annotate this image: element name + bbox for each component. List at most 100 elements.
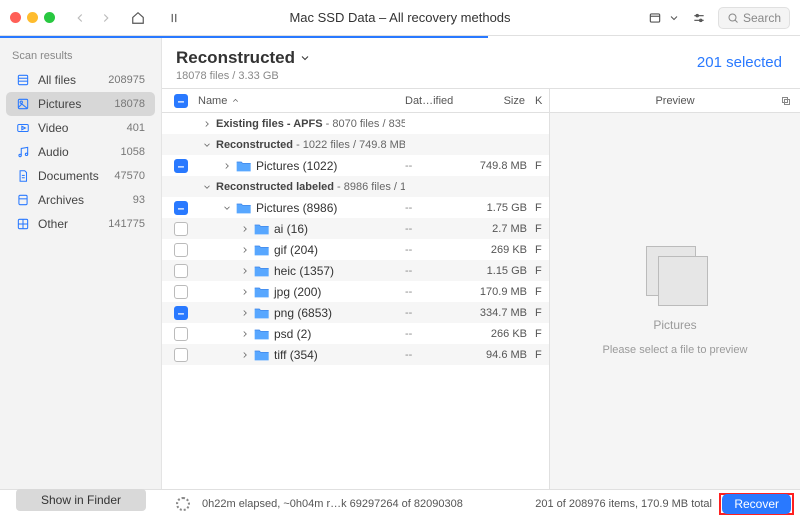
chevron-right-icon[interactable] xyxy=(240,287,250,297)
folder-row[interactable]: Pictures (1022)--749.8 MBF xyxy=(162,155,549,176)
chevron-down-icon[interactable] xyxy=(222,203,232,213)
sidebar-item-label: Audio xyxy=(38,145,121,159)
minimize-window-button[interactable] xyxy=(27,12,38,23)
selected-count[interactable]: 201 selected xyxy=(697,54,782,71)
sidebar-item-label: All files xyxy=(38,73,108,87)
row-checkbox[interactable] xyxy=(174,264,188,278)
chevron-right-icon[interactable] xyxy=(240,224,250,234)
preview-name: Pictures xyxy=(653,318,696,332)
home-button[interactable] xyxy=(127,6,149,30)
row-checkbox[interactable] xyxy=(174,306,188,320)
sidebar-icon xyxy=(16,145,30,159)
row-checkbox[interactable] xyxy=(174,327,188,341)
row-checkbox[interactable] xyxy=(174,285,188,299)
folder-icon xyxy=(236,160,252,172)
sidebar-item-all-files[interactable]: All files208975 xyxy=(6,68,155,92)
view-mode-chevron[interactable] xyxy=(668,6,680,30)
nav-back-button[interactable] xyxy=(69,6,91,30)
window-title: Mac SSD Data – All recovery methods xyxy=(289,10,510,25)
folder-icon xyxy=(254,244,270,256)
sidebar-item-audio[interactable]: Audio1058 xyxy=(6,140,155,164)
folder-row[interactable]: gif (204)--269 KBF xyxy=(162,239,549,260)
column-date[interactable]: Dat…ified xyxy=(405,95,465,107)
chevron-right-icon[interactable] xyxy=(240,329,250,339)
search-icon xyxy=(727,12,739,24)
sidebar-item-count: 47570 xyxy=(114,170,145,182)
folder-icon xyxy=(254,286,270,298)
nav-forward-button[interactable] xyxy=(95,6,117,30)
sidebar-item-label: Pictures xyxy=(38,97,114,111)
sidebar-item-label: Video xyxy=(38,121,127,135)
column-size[interactable]: Size xyxy=(465,95,535,107)
row-checkbox[interactable] xyxy=(174,159,188,173)
spinner-icon xyxy=(176,497,190,511)
sidebar-icon xyxy=(16,217,30,231)
folder-row[interactable]: psd (2)--266 KBF xyxy=(162,323,549,344)
folder-row[interactable]: tiff (354)--94.6 MBF xyxy=(162,344,549,365)
folder-icon xyxy=(254,349,270,361)
sidebar-icon xyxy=(16,121,30,135)
sidebar-heading: Scan results xyxy=(0,46,161,68)
chevron-right-icon[interactable] xyxy=(240,245,250,255)
sidebar-item-video[interactable]: Video401 xyxy=(6,116,155,140)
sidebar-icon xyxy=(16,169,30,183)
folder-icon xyxy=(254,307,270,319)
row-checkbox[interactable] xyxy=(174,243,188,257)
sidebar-icon xyxy=(16,73,30,87)
row-checkbox[interactable] xyxy=(174,348,188,362)
sidebar-item-count: 1058 xyxy=(121,146,145,158)
folder-icon xyxy=(254,223,270,235)
sidebar-item-label: Documents xyxy=(38,169,114,183)
folder-row[interactable]: png (6853)--334.7 MBF xyxy=(162,302,549,323)
sidebar-icon xyxy=(16,97,30,111)
sidebar-item-documents[interactable]: Documents47570 xyxy=(6,164,155,188)
status-summary: 201 of 208976 items, 170.9 MB total xyxy=(535,498,712,510)
sidebar-item-label: Archives xyxy=(38,193,133,207)
folder-row[interactable]: jpg (200)--170.9 MBF xyxy=(162,281,549,302)
sidebar: Scan results All files208975Pictures1807… xyxy=(0,38,162,489)
chevron-right-icon[interactable] xyxy=(222,161,232,171)
folder-row[interactable]: ai (16)--2.7 MBF xyxy=(162,218,549,239)
column-kind[interactable]: K xyxy=(535,95,549,107)
filter-settings-button[interactable] xyxy=(688,6,710,30)
chevron-right-icon[interactable] xyxy=(202,119,212,129)
view-mode-button[interactable] xyxy=(644,6,666,30)
row-checkbox[interactable] xyxy=(174,222,188,236)
sidebar-item-archives[interactable]: Archives93 xyxy=(6,188,155,212)
content-panel: Reconstructed 18078 files / 3.33 GB 201 … xyxy=(162,38,800,489)
preview-panel: Preview Pictures Please select a file to… xyxy=(550,89,800,489)
search-input[interactable]: Search xyxy=(718,7,790,29)
sidebar-item-count: 141775 xyxy=(108,218,145,230)
sidebar-item-pictures[interactable]: Pictures18078 xyxy=(6,92,155,116)
chevron-right-icon[interactable] xyxy=(240,350,250,360)
preview-popout-icon[interactable] xyxy=(780,95,792,107)
recover-button[interactable]: Recover xyxy=(722,494,791,514)
chevron-down-icon[interactable] xyxy=(202,140,212,150)
row-checkbox[interactable] xyxy=(174,201,188,215)
folder-row[interactable]: heic (1357)--1.15 GBF xyxy=(162,260,549,281)
column-name[interactable]: Name xyxy=(192,95,405,107)
select-all-checkbox[interactable] xyxy=(174,94,188,108)
content-heading[interactable]: Reconstructed xyxy=(176,48,311,68)
close-window-button[interactable] xyxy=(10,12,21,23)
maximize-window-button[interactable] xyxy=(44,12,55,23)
group-row[interactable]: Reconstructed labeled - 8986 files / 1.7… xyxy=(162,176,549,197)
preview-header-label: Preview xyxy=(655,95,694,107)
sidebar-item-count: 401 xyxy=(127,122,145,134)
folder-row[interactable]: Pictures (8986)--1.75 GBF xyxy=(162,197,549,218)
group-row[interactable]: Reconstructed - 1022 files / 749.8 MB xyxy=(162,134,549,155)
show-in-finder-button[interactable]: Show in Finder xyxy=(16,489,146,511)
sidebar-item-other[interactable]: Other141775 xyxy=(6,212,155,236)
window-controls xyxy=(10,12,55,23)
sidebar-item-count: 93 xyxy=(133,194,145,206)
preview-placeholder-icon xyxy=(640,246,710,306)
chevron-right-icon[interactable] xyxy=(240,308,250,318)
chevron-right-icon[interactable] xyxy=(240,266,250,276)
content-subheading: 18078 files / 3.33 GB xyxy=(176,70,786,82)
chevron-down-icon[interactable] xyxy=(202,182,212,192)
group-row[interactable]: Existing files - APFS - 8070 files / 835… xyxy=(162,113,549,134)
pause-scan-button[interactable] xyxy=(163,6,185,30)
file-rows: Existing files - APFS - 8070 files / 835… xyxy=(162,113,549,489)
folder-icon xyxy=(254,265,270,277)
column-headers: Name Dat…ified Size K xyxy=(162,89,549,113)
